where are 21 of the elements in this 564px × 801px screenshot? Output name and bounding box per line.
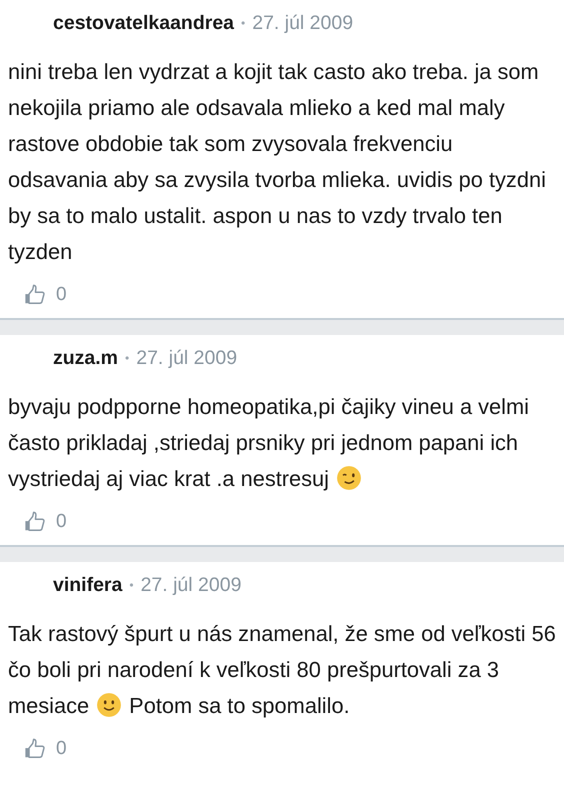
winking-face-icon (336, 465, 362, 491)
separator-dot: • (241, 16, 246, 30)
separator-dot: • (129, 578, 134, 592)
author-name[interactable]: vinifera (53, 574, 122, 596)
smiley-icon (96, 692, 122, 718)
thumbs-up-icon[interactable] (24, 738, 46, 760)
like-count: 0 (56, 511, 67, 533)
comment-text: mesiace (8, 693, 90, 718)
comment-text: vystriedaj aj viac krat .a nestresuj (8, 466, 330, 491)
author-name[interactable]: cestovatelkaandrea (53, 12, 234, 34)
comment-date: 27. júl 2009 (136, 346, 238, 370)
comment-date: 27. júl 2009 (140, 574, 242, 596)
author-name[interactable]: zuza.m (53, 346, 118, 370)
separator-dot: • (125, 351, 130, 365)
comment-text: nini treba len vydrzat a kojit tak casto ako treba. ja som nekojila priamo ale odsavala mlieko a ked mal maly rastove obdobie tak som zvysovala frekvenciu odsavania aby sa zvysila tvorba mlieka. uvidis po tyzdni by sa to malo ustalit. aspon u nas to vzdy trvalo ten tyzden (8, 58, 547, 266)
comment-text: Potom sa to spomalilo. (129, 693, 350, 718)
like-count: 0 (56, 738, 67, 760)
like-count: 0 (56, 284, 67, 306)
thumbs-up-icon[interactable] (24, 284, 46, 306)
thumbs-up-icon[interactable] (24, 511, 46, 533)
comment-date: 27. júl 2009 (252, 12, 354, 34)
